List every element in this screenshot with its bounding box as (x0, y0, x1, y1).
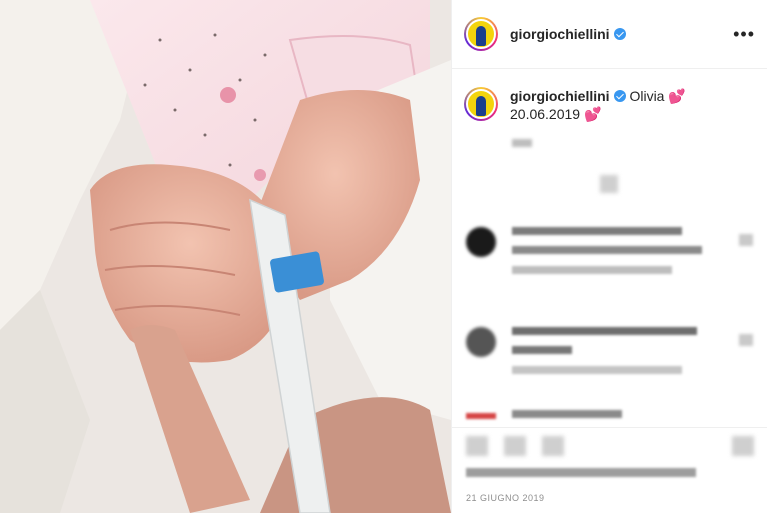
caption-body: Olivia (629, 88, 665, 104)
header-username[interactable]: giorgiochiellini (510, 26, 610, 42)
comment-like-icon[interactable] (739, 334, 753, 346)
comment-row (466, 227, 702, 285)
comment-like-icon[interactable] (739, 234, 753, 246)
post-date: 21 GIUGNO 2019 (466, 493, 545, 503)
blurred-comment-line (512, 246, 702, 254)
blurred-comment-meta (512, 266, 672, 274)
baby-hand-photo (0, 0, 451, 513)
post-header: giorgiochiellini ••• (452, 0, 767, 69)
caption-avatar[interactable] (464, 87, 498, 121)
action-bar (452, 428, 767, 464)
blurred-comment-line (512, 410, 622, 418)
caption-date: 20.06.2019 (510, 106, 581, 122)
blurred-comment-line (512, 346, 572, 354)
bookmark-icon[interactable] (732, 436, 754, 456)
post-caption: giorgiochiellini Olivia 💕 20.06.2019 💕 (452, 69, 767, 123)
caption-emoji-2: 💕 (583, 106, 602, 122)
caption-emoji: 💕 (668, 88, 686, 104)
blurred-likes-text (466, 468, 696, 477)
blurred-comment-avatar (466, 413, 496, 419)
likes-row (452, 464, 767, 481)
profile-avatar[interactable] (464, 17, 498, 51)
post-photo (0, 0, 451, 513)
comment-icon[interactable] (504, 436, 526, 456)
heart-icon[interactable] (466, 436, 488, 456)
comment-row (466, 327, 697, 385)
caption-username[interactable]: giorgiochiellini (510, 88, 610, 104)
more-options-icon[interactable]: ••• (733, 25, 755, 43)
verified-badge-icon (613, 28, 626, 40)
blurred-emoji (600, 175, 618, 193)
blurred-comment-line (512, 327, 697, 335)
caption-text-block: giorgiochiellini Olivia 💕 20.06.2019 💕 (510, 87, 686, 123)
verified-badge-icon (613, 90, 626, 102)
blurred-comment-line (512, 227, 682, 235)
comment-avatar[interactable] (466, 227, 496, 257)
post-footer: 21 GIUGNO 2019 (452, 427, 767, 513)
blurred-comment-meta (512, 366, 682, 374)
comment-avatar[interactable] (466, 327, 496, 357)
blurred-text (512, 139, 532, 147)
post-side-panel: giorgiochiellini ••• giorgiochiellini Ol… (451, 0, 767, 513)
share-icon[interactable] (542, 436, 564, 456)
